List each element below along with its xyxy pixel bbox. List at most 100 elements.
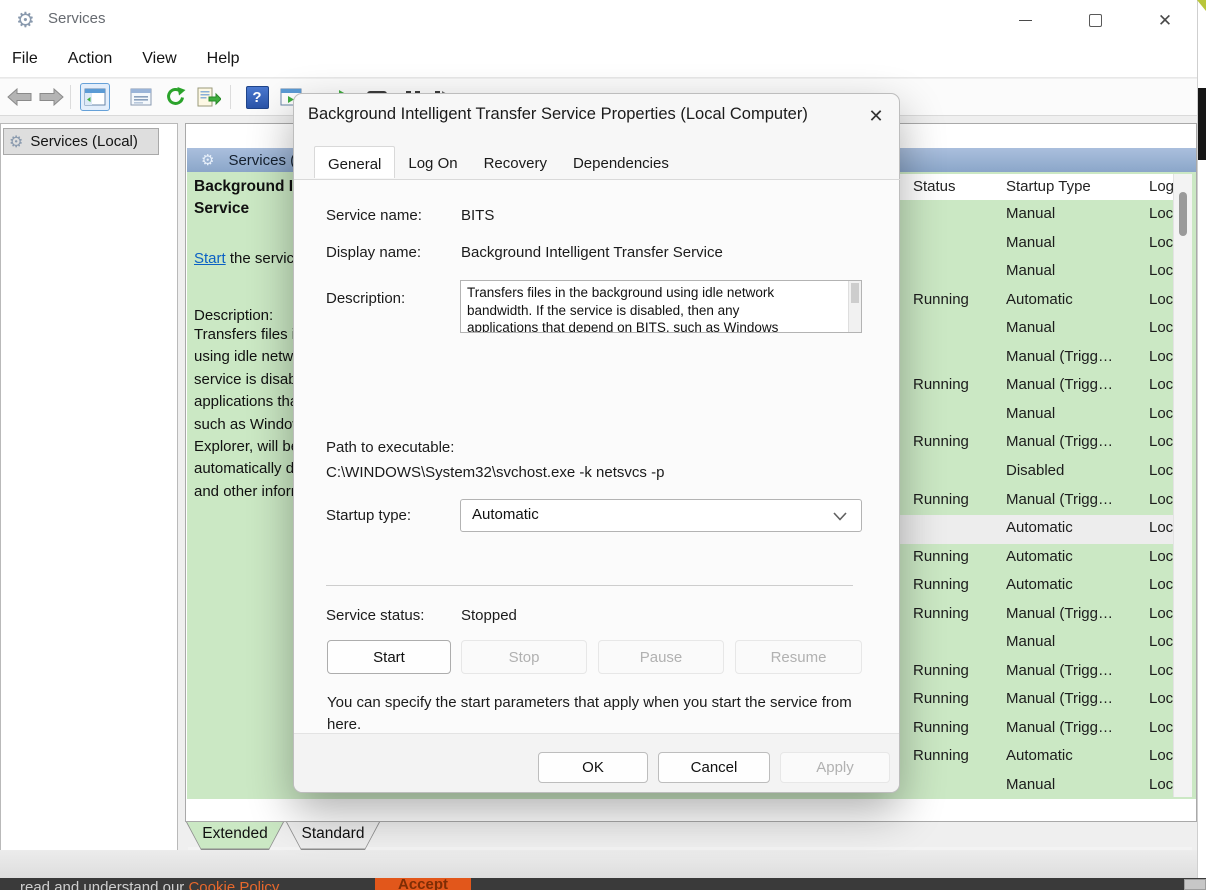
cell-startup-type: Automatic xyxy=(1006,291,1073,308)
menu-item[interactable]: File xyxy=(12,50,38,68)
cell-startup-type: Automatic xyxy=(1006,576,1073,593)
maximize-button[interactable] xyxy=(1074,6,1116,34)
properties-button[interactable] xyxy=(126,83,156,111)
cell-startup-type: Automatic xyxy=(1006,747,1073,764)
divider xyxy=(326,585,853,586)
cell-status: Running xyxy=(913,491,969,508)
show-console-tree-button[interactable] xyxy=(80,83,110,111)
list-vertical-scrollbar[interactable] xyxy=(1173,174,1192,797)
back-button[interactable] xyxy=(4,83,34,111)
vertical-scroll-thumb[interactable] xyxy=(1179,192,1187,236)
start-button[interactable]: Start xyxy=(327,640,451,674)
cell-status: Running xyxy=(913,291,969,308)
column-header-startup-type[interactable]: Startup Type xyxy=(1006,178,1091,195)
title-bar: ⚙ Services ✕ xyxy=(0,0,1197,40)
help-button[interactable]: ? xyxy=(242,83,272,111)
dialog-tab[interactable]: General xyxy=(314,146,395,178)
screen: ⚙ Services ✕ File Action View Help xyxy=(0,0,1206,890)
refresh-button[interactable] xyxy=(160,83,190,111)
startup-type-select[interactable]: Automatic xyxy=(460,499,862,532)
cell-log-on-as: Loc xyxy=(1149,319,1173,336)
dialog-tab[interactable]: Dependencies xyxy=(560,149,682,180)
column-header-log-on-as[interactable]: Log xyxy=(1149,178,1173,195)
cell-log-on-as: Loc xyxy=(1149,205,1173,222)
dialog-general-tab-content: Service name: BITS Display name: Backgro… xyxy=(294,180,899,733)
banner-scroll-corner xyxy=(1184,879,1206,890)
cell-status: Running xyxy=(913,548,969,565)
service-name-value: BITS xyxy=(461,207,494,224)
apply-button[interactable]: Apply xyxy=(780,752,890,783)
menu-bar: File Action View Help xyxy=(0,40,1197,78)
display-name-label: Display name: xyxy=(326,244,421,261)
cell-status: Running xyxy=(913,605,969,622)
cell-log-on-as: Loc xyxy=(1149,262,1173,279)
cell-startup-type: Manual (Trigg… xyxy=(1006,376,1113,393)
cell-startup-type: Manual (Trigg… xyxy=(1006,719,1113,736)
cell-log-on-as: Loc xyxy=(1149,491,1173,508)
console-tree-icon xyxy=(84,88,106,106)
service-status-label: Service status: xyxy=(326,607,424,624)
display-name-value: Background Intelligent Transfer Service xyxy=(461,244,723,261)
cell-log-on-as: Loc xyxy=(1149,690,1173,707)
help-icon: ? xyxy=(246,86,269,109)
cell-log-on-as: Loc xyxy=(1149,747,1173,764)
page-corner-decoration xyxy=(1197,0,1206,11)
forward-button[interactable] xyxy=(36,83,66,111)
startup-type-label: Startup type: xyxy=(326,507,411,524)
stop-button[interactable]: Stop xyxy=(461,640,587,674)
cell-startup-type: Manual (Trigg… xyxy=(1006,433,1113,450)
dialog-tab-bar: GeneralLog OnRecoveryDependencies xyxy=(314,149,682,180)
properties-dialog: Background Intelligent Transfer Service … xyxy=(293,93,900,793)
pause-button[interactable]: Pause xyxy=(598,640,724,674)
dialog-tab[interactable]: Log On xyxy=(395,149,470,180)
sidebar-item-services-local[interactable]: ⚙ Services (Local) xyxy=(3,128,159,155)
export-list-icon xyxy=(197,87,221,107)
export-list-button[interactable] xyxy=(194,83,224,111)
chevron-down-icon xyxy=(833,512,847,521)
path-to-executable-value: C:\WINDOWS\System32\svchost.exe -k netsv… xyxy=(326,464,664,481)
cell-log-on-as: Loc xyxy=(1149,605,1173,622)
toolbar-separator xyxy=(230,85,231,109)
cell-startup-type: Manual xyxy=(1006,262,1055,279)
start-service-link[interactable]: Start xyxy=(194,250,226,267)
cell-log-on-as: Loc xyxy=(1149,548,1173,565)
tab-extended[interactable]: Extended xyxy=(186,822,284,850)
close-button[interactable]: ✕ xyxy=(1144,6,1186,34)
services-node-gear-icon: ⚙ xyxy=(9,132,23,152)
cell-log-on-as: Loc xyxy=(1149,405,1173,422)
menu-item[interactable]: Action xyxy=(68,50,112,68)
dialog-footer: OK Cancel Apply xyxy=(294,733,899,792)
minimize-icon xyxy=(1019,20,1032,21)
cookie-banner-text: read and understand our Cookie Policy. xyxy=(20,879,282,890)
refresh-icon xyxy=(164,86,186,108)
ok-button[interactable]: OK xyxy=(538,752,648,783)
toolbar-separator xyxy=(70,85,71,109)
dialog-tab[interactable]: Recovery xyxy=(471,149,560,180)
cell-status: Running xyxy=(913,662,969,679)
cell-log-on-as: Loc xyxy=(1149,776,1173,793)
column-header-status[interactable]: Status xyxy=(913,178,956,195)
resume-button[interactable]: Resume xyxy=(735,640,862,674)
accept-cookies-button[interactable]: Accept xyxy=(375,878,471,890)
maximize-icon xyxy=(1089,14,1102,27)
close-icon: ✕ xyxy=(1158,12,1172,29)
dialog-title: Background Intelligent Transfer Service … xyxy=(308,105,808,124)
minimize-button[interactable] xyxy=(1004,6,1046,34)
menu-item[interactable]: View xyxy=(142,50,176,68)
cancel-button[interactable]: Cancel xyxy=(658,752,770,783)
page-scroll-thumb[interactable] xyxy=(1198,88,1206,160)
description-scrollbar[interactable] xyxy=(848,281,861,332)
description-label: Description: xyxy=(326,290,405,307)
properties-icon xyxy=(130,88,152,106)
menu-item[interactable]: Help xyxy=(207,50,240,68)
cell-status: Running xyxy=(913,433,969,450)
description-line: Transfers files in the background using … xyxy=(467,284,837,302)
cell-startup-type: Automatic xyxy=(1006,519,1073,536)
cell-status: Running xyxy=(913,719,969,736)
cell-log-on-as: Loc xyxy=(1149,376,1173,393)
cookie-policy-link[interactable]: Cookie Policy. xyxy=(188,879,282,890)
dialog-close-button[interactable]: ✕ xyxy=(862,102,890,130)
service-status-value: Stopped xyxy=(461,607,517,624)
tab-standard[interactable]: Standard xyxy=(286,822,380,850)
description-textarea[interactable]: Transfers files in the background using … xyxy=(460,280,862,333)
